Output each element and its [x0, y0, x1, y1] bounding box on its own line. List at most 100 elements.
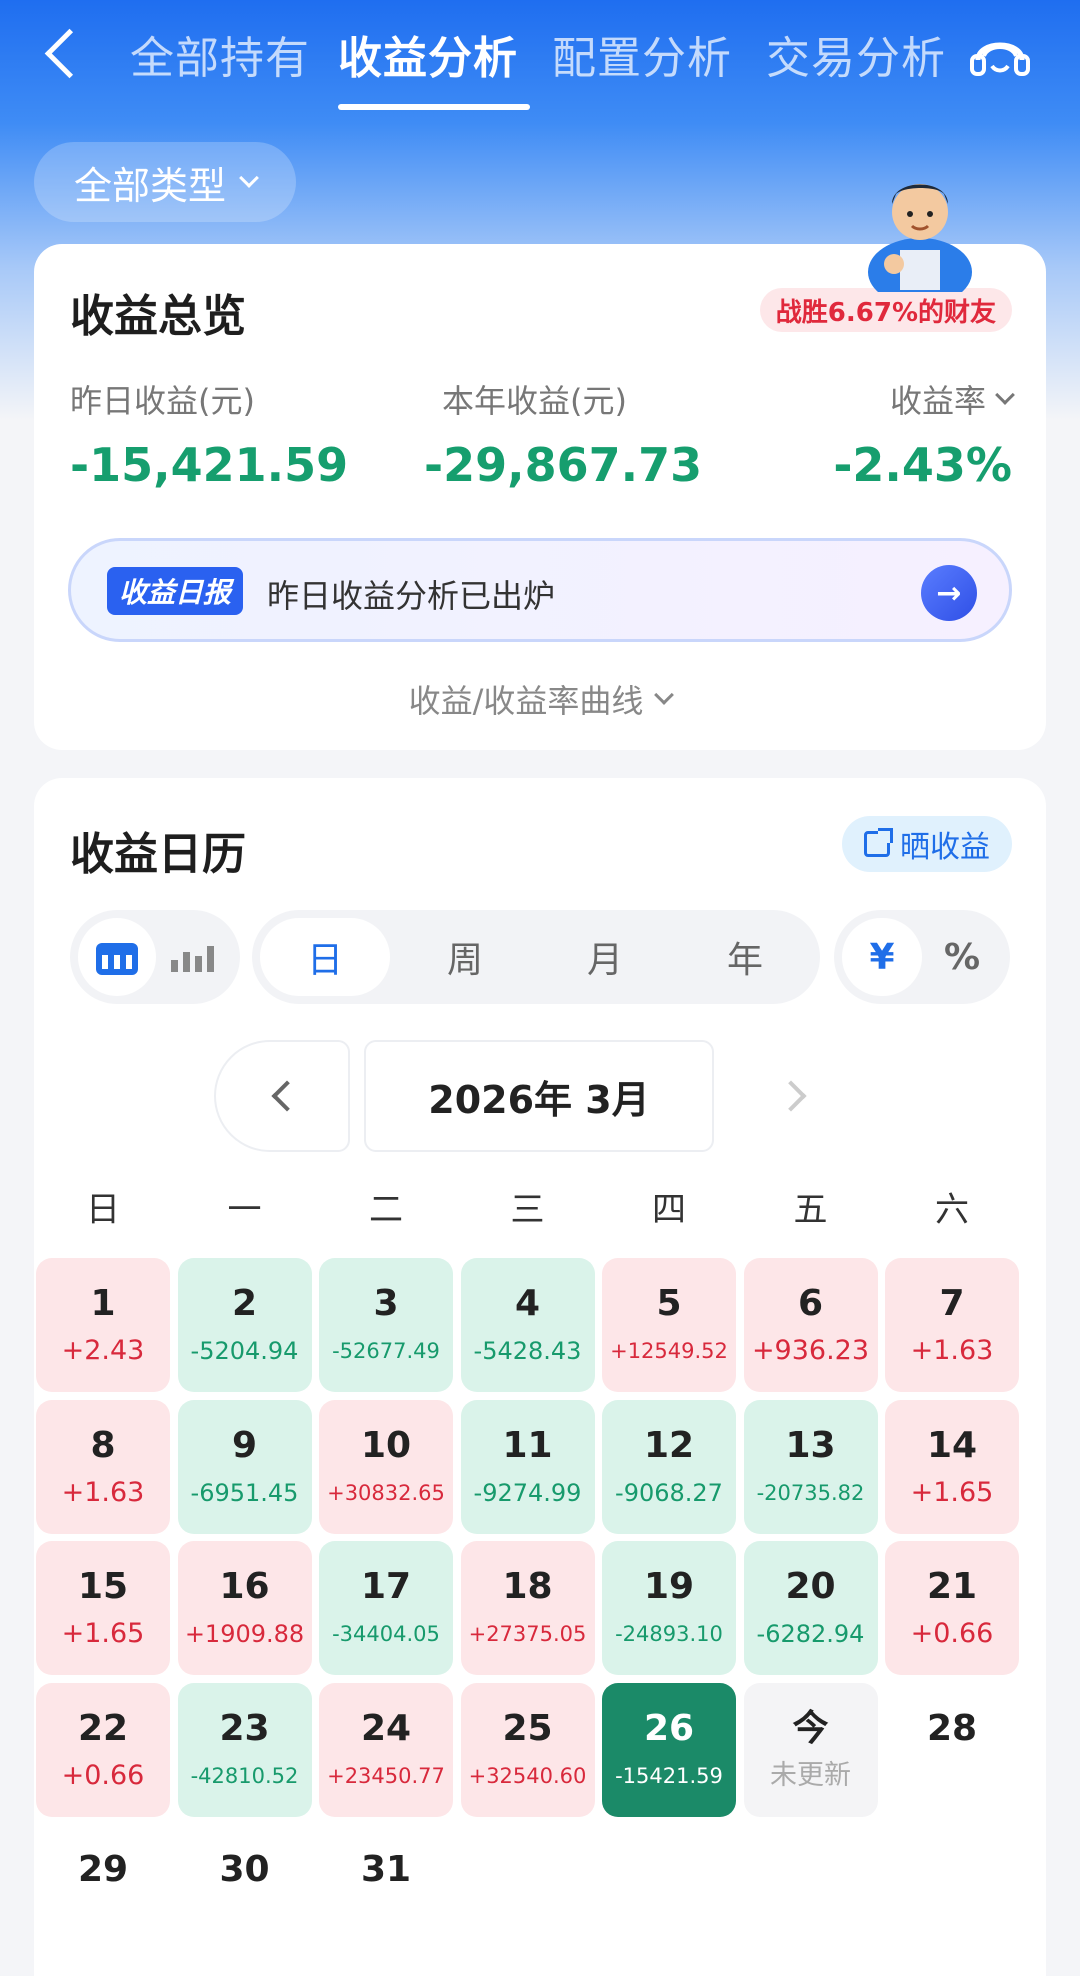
prev-month-button[interactable] — [214, 1040, 350, 1152]
type-filter-dropdown[interactable]: 全部类型 — [34, 142, 296, 222]
calendar-day[interactable]: 5 +12549.52 — [602, 1258, 736, 1392]
day-profit-value: +27375.05 — [468, 1622, 587, 1646]
day-profit-value: +1.63 — [910, 1335, 994, 1366]
day-profit-value: +1.65 — [910, 1476, 994, 1508]
calendar-title: 收益日历 — [70, 829, 246, 880]
day-profit-value: +30832.65 — [327, 1480, 445, 1505]
overview-title: 收益总览 — [70, 291, 246, 342]
day-profit-value: -6282.94 — [756, 1620, 865, 1648]
type-filter-label: 全部类型 — [73, 163, 226, 208]
period-month[interactable]: 月 — [540, 918, 670, 996]
day-number: 5 — [656, 1283, 682, 1324]
day-number: 21 — [926, 1566, 978, 1607]
day-number: 26 — [643, 1707, 695, 1749]
day-profit-value: 未更新 — [770, 1759, 851, 1791]
unit-percent[interactable]: % — [922, 918, 1002, 996]
calendar-day[interactable]: 31 — [319, 1824, 453, 1958]
calendar-day[interactable]: 17 -34404.05 — [319, 1541, 453, 1675]
day-number: 11 — [502, 1424, 553, 1466]
day-profit-value: +32540.60 — [468, 1763, 587, 1788]
day-profit-value: +0.66 — [910, 1618, 994, 1649]
mascot-illustration — [868, 184, 972, 292]
calendar-day[interactable]: 22 +0.66 — [36, 1682, 170, 1817]
day-number: 28 — [926, 1707, 978, 1749]
calendar-day[interactable]: 25 +32540.60 — [460, 1682, 595, 1817]
day-profit-value: -5204.94 — [190, 1337, 299, 1365]
day-profit-value: -52677.49 — [332, 1339, 440, 1363]
calendar-day[interactable]: 14 +1.65 — [885, 1399, 1019, 1534]
calendar-view-button[interactable] — [78, 918, 156, 996]
weekday-label: 五 — [793, 1190, 828, 1230]
calendar-day[interactable]: 9 -6951.45 — [177, 1399, 312, 1534]
calendar-day[interactable]: 3 -52677.49 — [319, 1258, 453, 1392]
calendar-day[interactable]: 30 — [178, 1824, 312, 1958]
month-title: 2026年 3月 — [364, 1040, 714, 1152]
calendar-day[interactable]: 13 -20735.82 — [743, 1399, 878, 1534]
tab-all-holdings[interactable]: 全部持有 — [130, 22, 310, 86]
day-number: 2 — [231, 1283, 258, 1324]
calendar-day[interactable]: 6 +936.23 — [743, 1258, 878, 1392]
day-number: 20 — [785, 1566, 836, 1607]
calendar-day[interactable]: 8 +1.63 — [36, 1399, 170, 1534]
day-number: 12 — [643, 1424, 695, 1466]
beat-percentile-badge: 战胜6.67%的财友 — [759, 288, 1012, 332]
tab-trade-analysis[interactable]: 交易分析 — [766, 22, 946, 86]
next-month-button[interactable] — [728, 1040, 864, 1152]
share-icon — [864, 828, 893, 857]
top-nav: 全部持有 收益分析 配置分析 交易分析 — [0, 0, 1080, 120]
calendar-day-today[interactable]: 今未更新 — [743, 1682, 878, 1817]
calendar-day[interactable]: 21 +0.66 — [885, 1541, 1019, 1675]
day-number: 23 — [219, 1707, 270, 1749]
period-day[interactable]: 日 — [260, 918, 390, 996]
calendar-day[interactable]: 10 +30832.65 — [319, 1399, 453, 1534]
calendar-day[interactable]: 16 +1909.88 — [177, 1541, 312, 1675]
day-profit-value: +23450.77 — [327, 1763, 445, 1788]
day-profit-value: -5428.43 — [473, 1337, 582, 1365]
tab-profit-analysis[interactable]: 收益分析 — [338, 22, 518, 86]
daily-report-banner[interactable]: 收益日报 昨日收益分析已出炉 → — [68, 538, 1012, 642]
rate-value: -2.43% — [833, 438, 1012, 492]
calendar-day[interactable]: 12 -9068.27 — [602, 1399, 736, 1534]
calendar-day[interactable]: 15 +1.65 — [36, 1541, 170, 1675]
customer-service-icon[interactable] — [968, 26, 1032, 86]
arrow-right-icon[interactable]: → — [921, 565, 977, 621]
day-number: 10 — [360, 1424, 412, 1466]
period-year[interactable]: 年 — [680, 918, 810, 996]
weekday-label: 二 — [369, 1190, 403, 1230]
tab-allocation-analysis[interactable]: 配置分析 — [552, 22, 732, 86]
calendar-day[interactable]: 2 -5204.94 — [177, 1258, 312, 1392]
day-number: 25 — [502, 1707, 553, 1749]
calendar-day[interactable]: 23 -42810.52 — [177, 1682, 312, 1817]
back-button[interactable] — [38, 22, 88, 84]
day-number: 今 — [792, 1707, 829, 1749]
calendar-day[interactable]: 24 +23450.77 — [319, 1682, 453, 1817]
share-profit-button[interactable]: 晒收益 — [842, 816, 1012, 872]
calendar-day[interactable]: 29 — [36, 1824, 170, 1958]
chevron-down-icon — [995, 385, 1015, 405]
calendar-day[interactable]: 7 +1.63 — [885, 1258, 1019, 1392]
calendar-day[interactable]: 1 +2.43 — [36, 1258, 170, 1392]
day-number: 30 — [219, 1849, 270, 1890]
calendar-day[interactable]: 19 -24893.10 — [602, 1541, 736, 1675]
rate-selector[interactable]: 收益率 — [890, 376, 1015, 422]
profit-curve-toggle[interactable]: 收益/收益率曲线 — [34, 676, 1046, 722]
calendar-day[interactable]: 11 -9274.99 — [460, 1399, 595, 1534]
calendar-day[interactable]: 4 -5428.43 — [460, 1258, 595, 1392]
view-mode-toggle — [70, 910, 240, 1004]
calendar-day[interactable]: 28 — [885, 1683, 1019, 1817]
day-profit-value: -24893.10 — [615, 1622, 723, 1646]
daily-report-text: 昨日收益分析已出炉 — [267, 577, 556, 615]
calendar-day[interactable]: 18 +27375.05 — [460, 1541, 595, 1675]
weekday-label: 六 — [935, 1190, 969, 1230]
profit-overview-card: 收益总览 战胜6.67%的财友 昨日收益(元) -15,421.59 本年收益(… — [34, 244, 1046, 750]
calendar-day[interactable]: 20 -6282.94 — [743, 1541, 878, 1675]
unit-yuan[interactable]: ¥ — [842, 918, 922, 996]
day-number: 14 — [926, 1424, 978, 1466]
weekday-label: 一 — [227, 1190, 262, 1230]
period-week[interactable]: 周 — [400, 918, 530, 996]
day-profit-value: +1.63 — [61, 1476, 145, 1508]
curve-toggle-label: 收益/收益率曲线 — [408, 682, 644, 720]
chart-view-button[interactable] — [154, 918, 232, 996]
calendar-day[interactable]: 26 -15421.59 — [602, 1682, 736, 1817]
yesterday-profit-label: 昨日收益(元) — [70, 382, 255, 420]
